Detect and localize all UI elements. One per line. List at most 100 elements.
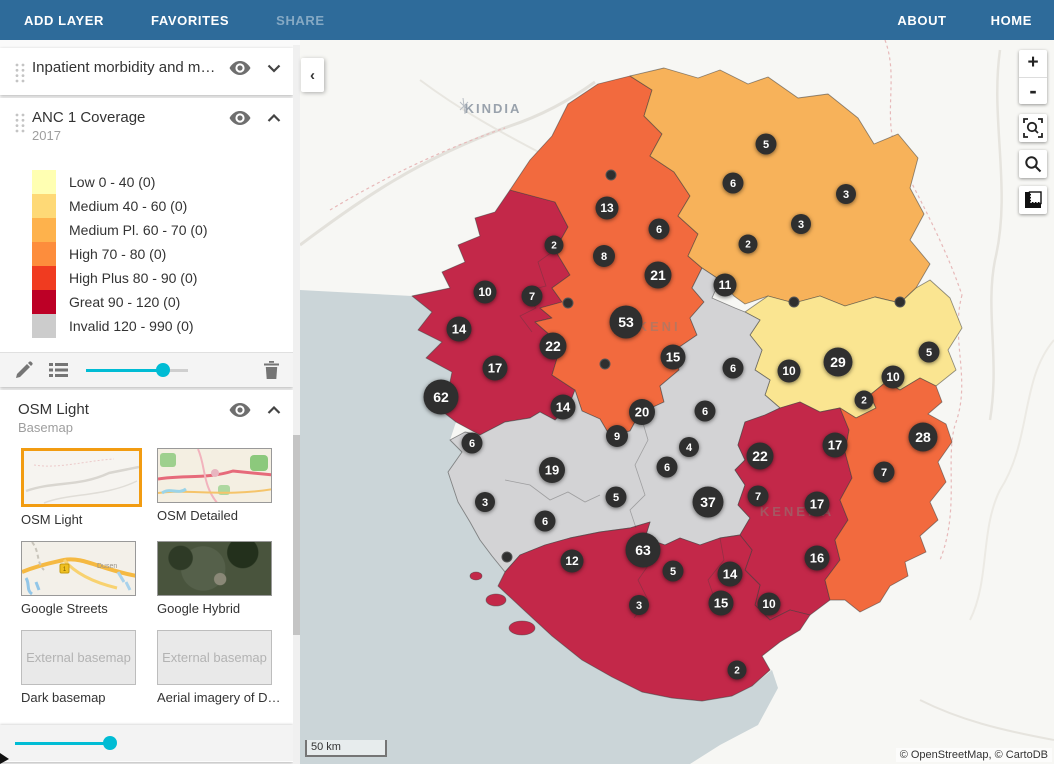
panel-scrollbar-thumb[interactable] [293,435,300,635]
map-marker-3[interactable]: 3 [836,184,856,204]
map-marker-14[interactable]: 14 [551,395,576,420]
chevron-up-icon[interactable] [267,114,281,123]
visibility-eye-icon[interactable] [229,403,251,417]
add-layer-button[interactable]: ADD LAYER [24,13,104,28]
facility-dot[interactable] [895,297,905,307]
map-marker-2[interactable]: 2 [545,236,564,255]
basemap-thumb-osm_detailed[interactable] [157,448,272,503]
map-marker-3[interactable]: 3 [475,492,495,512]
map-marker-10[interactable]: 10 [882,366,905,389]
map-marker-9[interactable]: 9 [606,425,628,447]
basemap-thumb-external[interactable]: External basemap [21,630,136,685]
map-marker-6[interactable]: 6 [649,219,670,240]
map-marker-20[interactable]: 20 [629,399,655,425]
map-marker-10[interactable]: 10 [758,593,781,616]
search-button[interactable] [1019,150,1047,178]
map-marker-22[interactable]: 22 [540,333,567,360]
map-marker-8[interactable]: 8 [593,245,615,267]
facility-dot[interactable] [789,297,799,307]
island[interactable] [470,572,482,580]
visibility-eye-icon[interactable] [229,111,251,125]
map-marker-16[interactable]: 16 [805,546,830,571]
map-marker-5[interactable]: 5 [606,487,627,508]
basemap-thumb-item: Google Hybrid [157,541,286,630]
map-marker-13[interactable]: 13 [596,197,619,220]
map-marker-21[interactable]: 21 [645,262,672,289]
map-marker-7[interactable]: 7 [874,462,895,483]
basemap-thumb-osm_light[interactable] [21,448,142,507]
visibility-eye-icon[interactable] [229,61,251,75]
basemap-thumb-external[interactable]: External basemap [157,630,272,685]
about-button[interactable]: ABOUT [897,13,946,28]
zoom-out-button[interactable]: - [1019,77,1047,105]
svg-text:2: 2 [745,240,751,251]
map-marker-7[interactable]: 7 [748,486,769,507]
district-kailahun[interactable] [825,378,952,612]
data-table-icon[interactable] [49,362,68,378]
map-marker-14[interactable]: 14 [718,562,743,587]
map-marker-15[interactable]: 15 [709,591,734,616]
map-marker-17[interactable]: 17 [483,356,508,381]
basemap-opacity-slider[interactable] [15,736,117,750]
map-marker-63[interactable]: 63 [626,533,661,568]
facility-dot[interactable] [563,298,573,308]
map-canvas[interactable]: KINDIAMAKENIKENEMA 210714221762136821535… [300,40,1054,764]
map-marker-6[interactable]: 6 [535,511,556,532]
home-button[interactable]: HOME [991,13,1032,28]
map-marker-5[interactable]: 5 [919,342,940,363]
chevron-up-icon[interactable] [267,406,281,415]
zoom-in-button[interactable]: + [1019,50,1047,77]
svg-text:3: 3 [636,600,642,612]
svg-text:21: 21 [650,267,666,283]
facility-dot[interactable] [606,170,616,180]
island[interactable] [509,621,535,635]
chevron-down-icon[interactable] [267,64,281,73]
map-marker-6[interactable]: 6 [462,433,483,454]
map-marker-2[interactable]: 2 [739,235,758,254]
map-marker-17[interactable]: 17 [823,433,848,458]
facility-dot[interactable] [600,359,610,369]
layer-opacity-slider[interactable] [86,363,188,377]
drag-handle-icon[interactable] [12,62,28,84]
delete-trash-icon[interactable] [264,361,279,379]
basemap-thumb-google_hybrid[interactable] [157,541,272,596]
basemap-thumb-google_streets[interactable]: 1Dusen [21,541,136,596]
edit-pencil-icon[interactable] [14,361,33,380]
drag-handle-icon[interactable] [12,112,28,134]
map-marker-5[interactable]: 5 [756,134,777,155]
island[interactable] [486,594,506,606]
map-marker-62[interactable]: 62 [424,380,459,415]
map-marker-28[interactable]: 28 [909,423,938,452]
map-marker-19[interactable]: 19 [539,457,565,483]
map-marker-22[interactable]: 22 [747,443,774,470]
measure-button[interactable] [1019,186,1047,214]
map-marker-6[interactable]: 6 [695,401,716,422]
map-marker-10[interactable]: 10 [474,281,497,304]
map-marker-29[interactable]: 29 [824,348,853,377]
map-marker-17[interactable]: 17 [805,492,830,517]
facility-dot[interactable] [502,552,512,562]
map-marker-7[interactable]: 7 [522,286,543,307]
map-marker-6[interactable]: 6 [723,358,744,379]
map-marker-14[interactable]: 14 [447,317,472,342]
map-marker-37[interactable]: 37 [693,487,724,518]
basemap-title: OSM Light [18,401,89,418]
map-marker-10[interactable]: 10 [778,360,801,383]
map-marker-11[interactable]: 11 [714,274,737,297]
map-marker-6[interactable]: 6 [657,457,678,478]
map-marker-5[interactable]: 5 [663,561,684,582]
map-marker-2[interactable]: 2 [728,661,747,680]
map-marker-15[interactable]: 15 [661,345,686,370]
map-marker-3[interactable]: 3 [791,214,811,234]
map-marker-3[interactable]: 3 [629,595,649,615]
map-marker-6[interactable]: 6 [723,173,744,194]
map-marker-2[interactable]: 2 [855,391,874,410]
share-button[interactable]: SHARE [276,13,325,28]
favorites-button[interactable]: FAVORITES [151,13,229,28]
map-marker-53[interactable]: 53 [610,306,643,339]
panel-collapse-button[interactable]: ‹ [301,58,324,92]
sierra-leone-map[interactable]: KINDIAMAKENIKENEMA 210714221762136821535… [300,40,1054,764]
map-marker-4[interactable]: 4 [679,437,699,457]
zoom-to-content-button[interactable] [1019,114,1047,142]
map-marker-12[interactable]: 12 [561,550,584,573]
